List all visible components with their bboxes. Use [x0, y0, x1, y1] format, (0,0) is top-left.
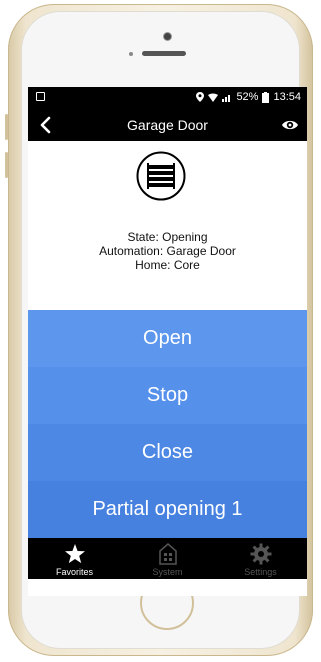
- automation-value: Garage Door: [166, 244, 236, 258]
- open-button[interactable]: Open: [28, 310, 307, 367]
- tab-label: Settings: [244, 567, 277, 577]
- app-screen: 52% 13:54 Garage Door State: Opening Aut…: [28, 87, 307, 596]
- volume-button: [5, 152, 8, 178]
- state-value: Opening: [162, 230, 208, 244]
- battery-icon: [262, 91, 270, 103]
- automation-label: Automation:: [99, 244, 164, 258]
- navigation-bar: Garage Door: [28, 109, 307, 141]
- tab-bar: Favorites System Settings: [28, 538, 307, 579]
- automation-line: Automation: Garage Door: [28, 244, 307, 258]
- home-line: Home: Core: [28, 258, 307, 272]
- tab-label: Favorites: [55, 567, 93, 577]
- stop-button[interactable]: Stop: [28, 367, 307, 424]
- signal-icon: [222, 94, 231, 102]
- home-value: Core: [173, 258, 200, 272]
- tab-label: System: [152, 567, 183, 577]
- star-icon: [64, 544, 85, 564]
- status-bar: 52% 13:54: [28, 87, 307, 109]
- gear-icon: [250, 543, 271, 565]
- tab-settings[interactable]: Settings: [214, 538, 307, 579]
- state-label: State:: [127, 230, 159, 244]
- system-icon: [158, 543, 177, 565]
- device-info: State: Opening Automation: Garage Door H…: [28, 141, 307, 310]
- notification-icon: [36, 92, 45, 101]
- tab-favorites[interactable]: Favorites: [28, 538, 121, 579]
- camera-icon: [164, 33, 171, 40]
- tab-system[interactable]: System: [121, 538, 214, 579]
- clock: 13:54: [273, 91, 301, 103]
- sensor: [129, 52, 133, 56]
- battery-percent: 52%: [236, 91, 259, 103]
- home-label: Home:: [135, 258, 171, 272]
- state-line: State: Opening: [28, 230, 307, 244]
- wifi-icon: [208, 93, 219, 102]
- page-title: Garage Door: [127, 117, 208, 133]
- garage-door-icon: [136, 151, 186, 201]
- eye-icon[interactable]: [281, 118, 299, 132]
- action-list: Open Stop Close Partial opening 1: [28, 310, 307, 538]
- volume-button: [5, 114, 8, 140]
- location-icon: [196, 92, 205, 102]
- speaker: [142, 51, 186, 56]
- partial-opening-button[interactable]: Partial opening 1: [28, 481, 307, 538]
- close-button[interactable]: Close: [28, 424, 307, 481]
